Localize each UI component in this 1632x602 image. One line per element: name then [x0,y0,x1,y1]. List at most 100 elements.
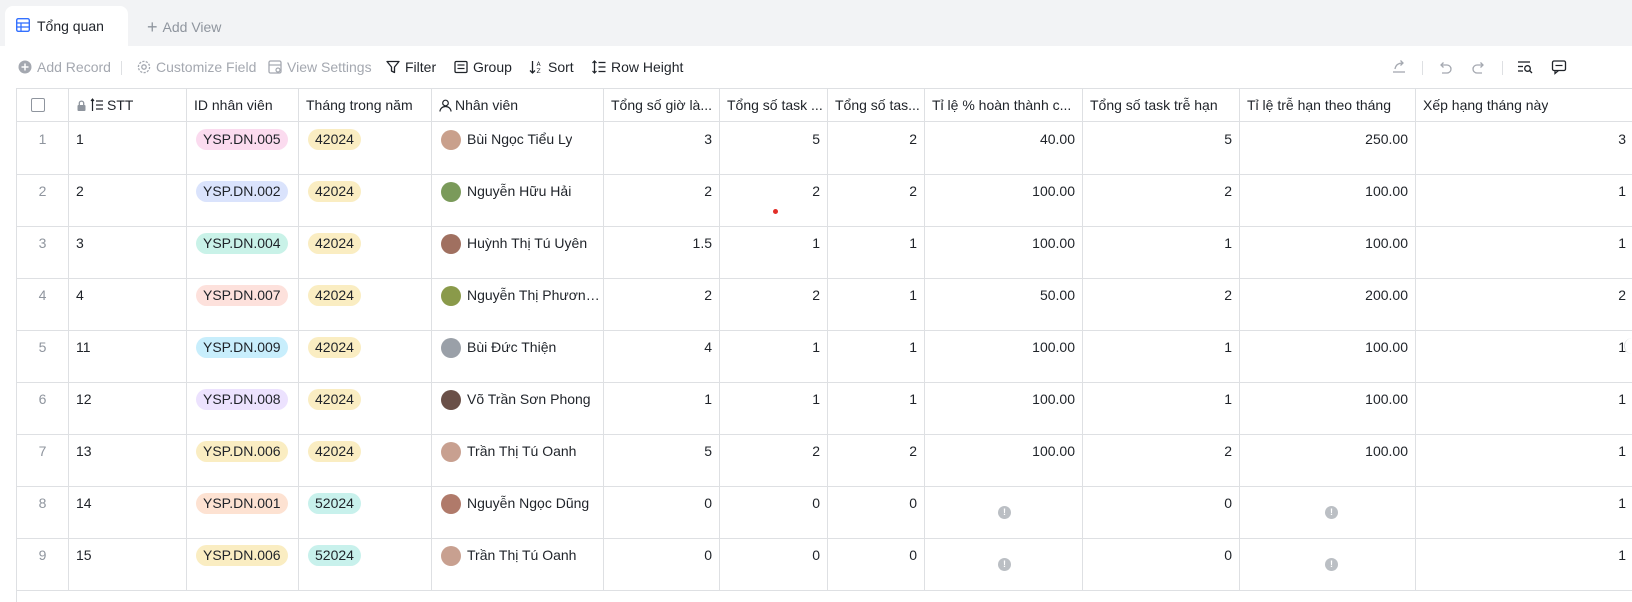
cell-id[interactable]: YSP.DN.006 [187,538,299,591]
cell-tasks[interactable]: 2 [720,278,828,331]
share-icon[interactable] [1390,58,1408,76]
cell-employee[interactable]: Trần Thị Tú Oanh [432,538,604,591]
cell-tasks-done[interactable]: 1 [828,382,925,435]
row-height-button[interactable]: Row Height [592,57,683,77]
cell-stt[interactable]: 14 [69,486,187,539]
cell-late-tasks[interactable]: 2 [1083,174,1240,227]
cell-stt[interactable]: 4 [69,278,187,331]
cell-hours[interactable]: 1.5 [604,226,720,279]
cell-late-tasks[interactable]: 2 [1083,278,1240,331]
row-index[interactable]: 3 [17,226,69,279]
cell-late-rate[interactable]: 100.00 [1240,174,1416,227]
cell-id[interactable]: YSP.DN.006 [187,434,299,487]
cell-id[interactable]: YSP.DN.004 [187,226,299,279]
cell-rank[interactable]: 1 [1416,382,1632,435]
cell-tasks[interactable]: 0 [720,486,828,539]
column-header-pct-done[interactable]: Tỉ lệ % hoàn thành c... [925,89,1083,122]
row-index[interactable]: 9 [17,538,69,591]
cell-rank[interactable]: 3 [1416,122,1632,175]
cell-rank[interactable]: 1 [1416,434,1632,487]
cell-late-tasks[interactable]: 5 [1083,122,1240,175]
cell-tasks[interactable]: 1 [720,330,828,383]
cell-late-rate[interactable]: 100.00 [1240,382,1416,435]
search-records-icon[interactable] [1516,58,1534,76]
cell-id[interactable]: YSP.DN.008 [187,382,299,435]
cell-tasks-done[interactable]: 2 [828,434,925,487]
cell-late-tasks[interactable]: 1 [1083,382,1240,435]
cell-month[interactable]: 52024 [299,538,432,591]
cell-stt[interactable]: 15 [69,538,187,591]
cell-rank[interactable]: 2 [1416,278,1632,331]
cell-tasks-done[interactable]: 1 [828,330,925,383]
cell-late-rate[interactable]: 100.00 [1240,330,1416,383]
cell-rank[interactable]: 1 [1416,226,1632,279]
cell-tasks-done[interactable]: 2 [828,174,925,227]
column-header-late-tasks[interactable]: Tổng số task trễ hạn [1083,89,1240,122]
cell-stt[interactable]: 12 [69,382,187,435]
cell-hours[interactable]: 0 [604,538,720,591]
add-view-button[interactable]: + Add View [147,17,221,37]
cell-month[interactable]: 52024 [299,486,432,539]
cell-pct-done[interactable]: 40.00 [925,122,1083,175]
cell-pct-done[interactable]: 100.00 [925,330,1083,383]
cell-hours[interactable]: 5 [604,434,720,487]
cell-tasks-done[interactable]: 1 [828,278,925,331]
view-settings-button[interactable]: View Settings [268,57,372,77]
cell-late-tasks[interactable]: 1 [1083,226,1240,279]
cell-stt[interactable]: 2 [69,174,187,227]
cell-pct-done[interactable]: ! [925,486,1083,539]
cell-month[interactable]: 42024 [299,382,432,435]
cell-late-rate[interactable]: ! [1240,486,1416,539]
cell-tasks-done[interactable]: 0 [828,538,925,591]
cell-employee[interactable]: Võ Trần Sơn Phong [432,382,604,435]
cell-employee[interactable]: Huỳnh Thị Tú Uyên [432,226,604,279]
row-index[interactable]: 4 [17,278,69,331]
column-header-hours[interactable]: Tổng số giờ là... [604,89,720,122]
cell-employee[interactable]: Nguyễn Hữu Hải [432,174,604,227]
cell-pct-done[interactable]: 50.00 [925,278,1083,331]
cell-late-rate[interactable]: 100.00 [1240,226,1416,279]
sort-button[interactable]: AZ Sort [529,57,574,77]
customize-field-button[interactable]: Customize Field [137,57,256,77]
cell-pct-done[interactable]: 100.00 [925,226,1083,279]
cell-month[interactable]: 42024 [299,122,432,175]
cell-tasks-done[interactable]: 1 [828,226,925,279]
cell-tasks[interactable]: 2 [720,434,828,487]
cell-rank[interactable]: 1 [1416,330,1632,383]
cell-month[interactable]: 42024 [299,330,432,383]
comment-icon[interactable] [1550,58,1568,76]
cell-late-tasks[interactable]: 1 [1083,330,1240,383]
cell-month[interactable]: 42024 [299,174,432,227]
column-header-id[interactable]: ID nhân viên [187,89,299,122]
cell-month[interactable]: 42024 [299,434,432,487]
cell-month[interactable]: 42024 [299,226,432,279]
cell-hours[interactable]: 1 [604,382,720,435]
tab-tong-quan[interactable]: Tổng quan [5,6,128,46]
cell-id[interactable]: YSP.DN.002 [187,174,299,227]
cell-tasks-done[interactable]: 0 [828,486,925,539]
add-record-button[interactable]: Add Record [18,57,111,77]
cell-id[interactable]: YSP.DN.001 [187,486,299,539]
cell-hours[interactable]: 3 [604,122,720,175]
cell-tasks[interactable]: 2 [720,174,828,227]
column-header-tasks[interactable]: Tổng số task ... [720,89,828,122]
cell-late-tasks[interactable]: 0 [1083,486,1240,539]
cell-pct-done[interactable]: 100.00 [925,434,1083,487]
cell-tasks[interactable]: 5 [720,122,828,175]
row-index[interactable]: 7 [17,434,69,487]
column-header-tasks-done[interactable]: Tổng số tas... [828,89,925,122]
cell-stt[interactable]: 1 [69,122,187,175]
cell-employee[interactable]: Nguyễn Thị Phương ... [432,278,604,331]
cell-employee[interactable]: Bùi Đức Thiện [432,330,604,383]
column-header-rank[interactable]: Xếp hạng tháng này [1416,89,1632,122]
column-header-employee[interactable]: Nhân viên [432,89,604,122]
cell-tasks[interactable]: 1 [720,226,828,279]
cell-pct-done[interactable]: 100.00 [925,382,1083,435]
column-header-late-rate[interactable]: Tỉ lệ trễ hạn theo tháng [1240,89,1416,122]
cell-stt[interactable]: 3 [69,226,187,279]
cell-tasks[interactable]: 1 [720,382,828,435]
cell-hours[interactable]: 0 [604,486,720,539]
cell-late-rate[interactable]: 100.00 [1240,434,1416,487]
column-header-month[interactable]: Tháng trong năm [299,89,432,122]
cell-stt[interactable]: 11 [69,330,187,383]
